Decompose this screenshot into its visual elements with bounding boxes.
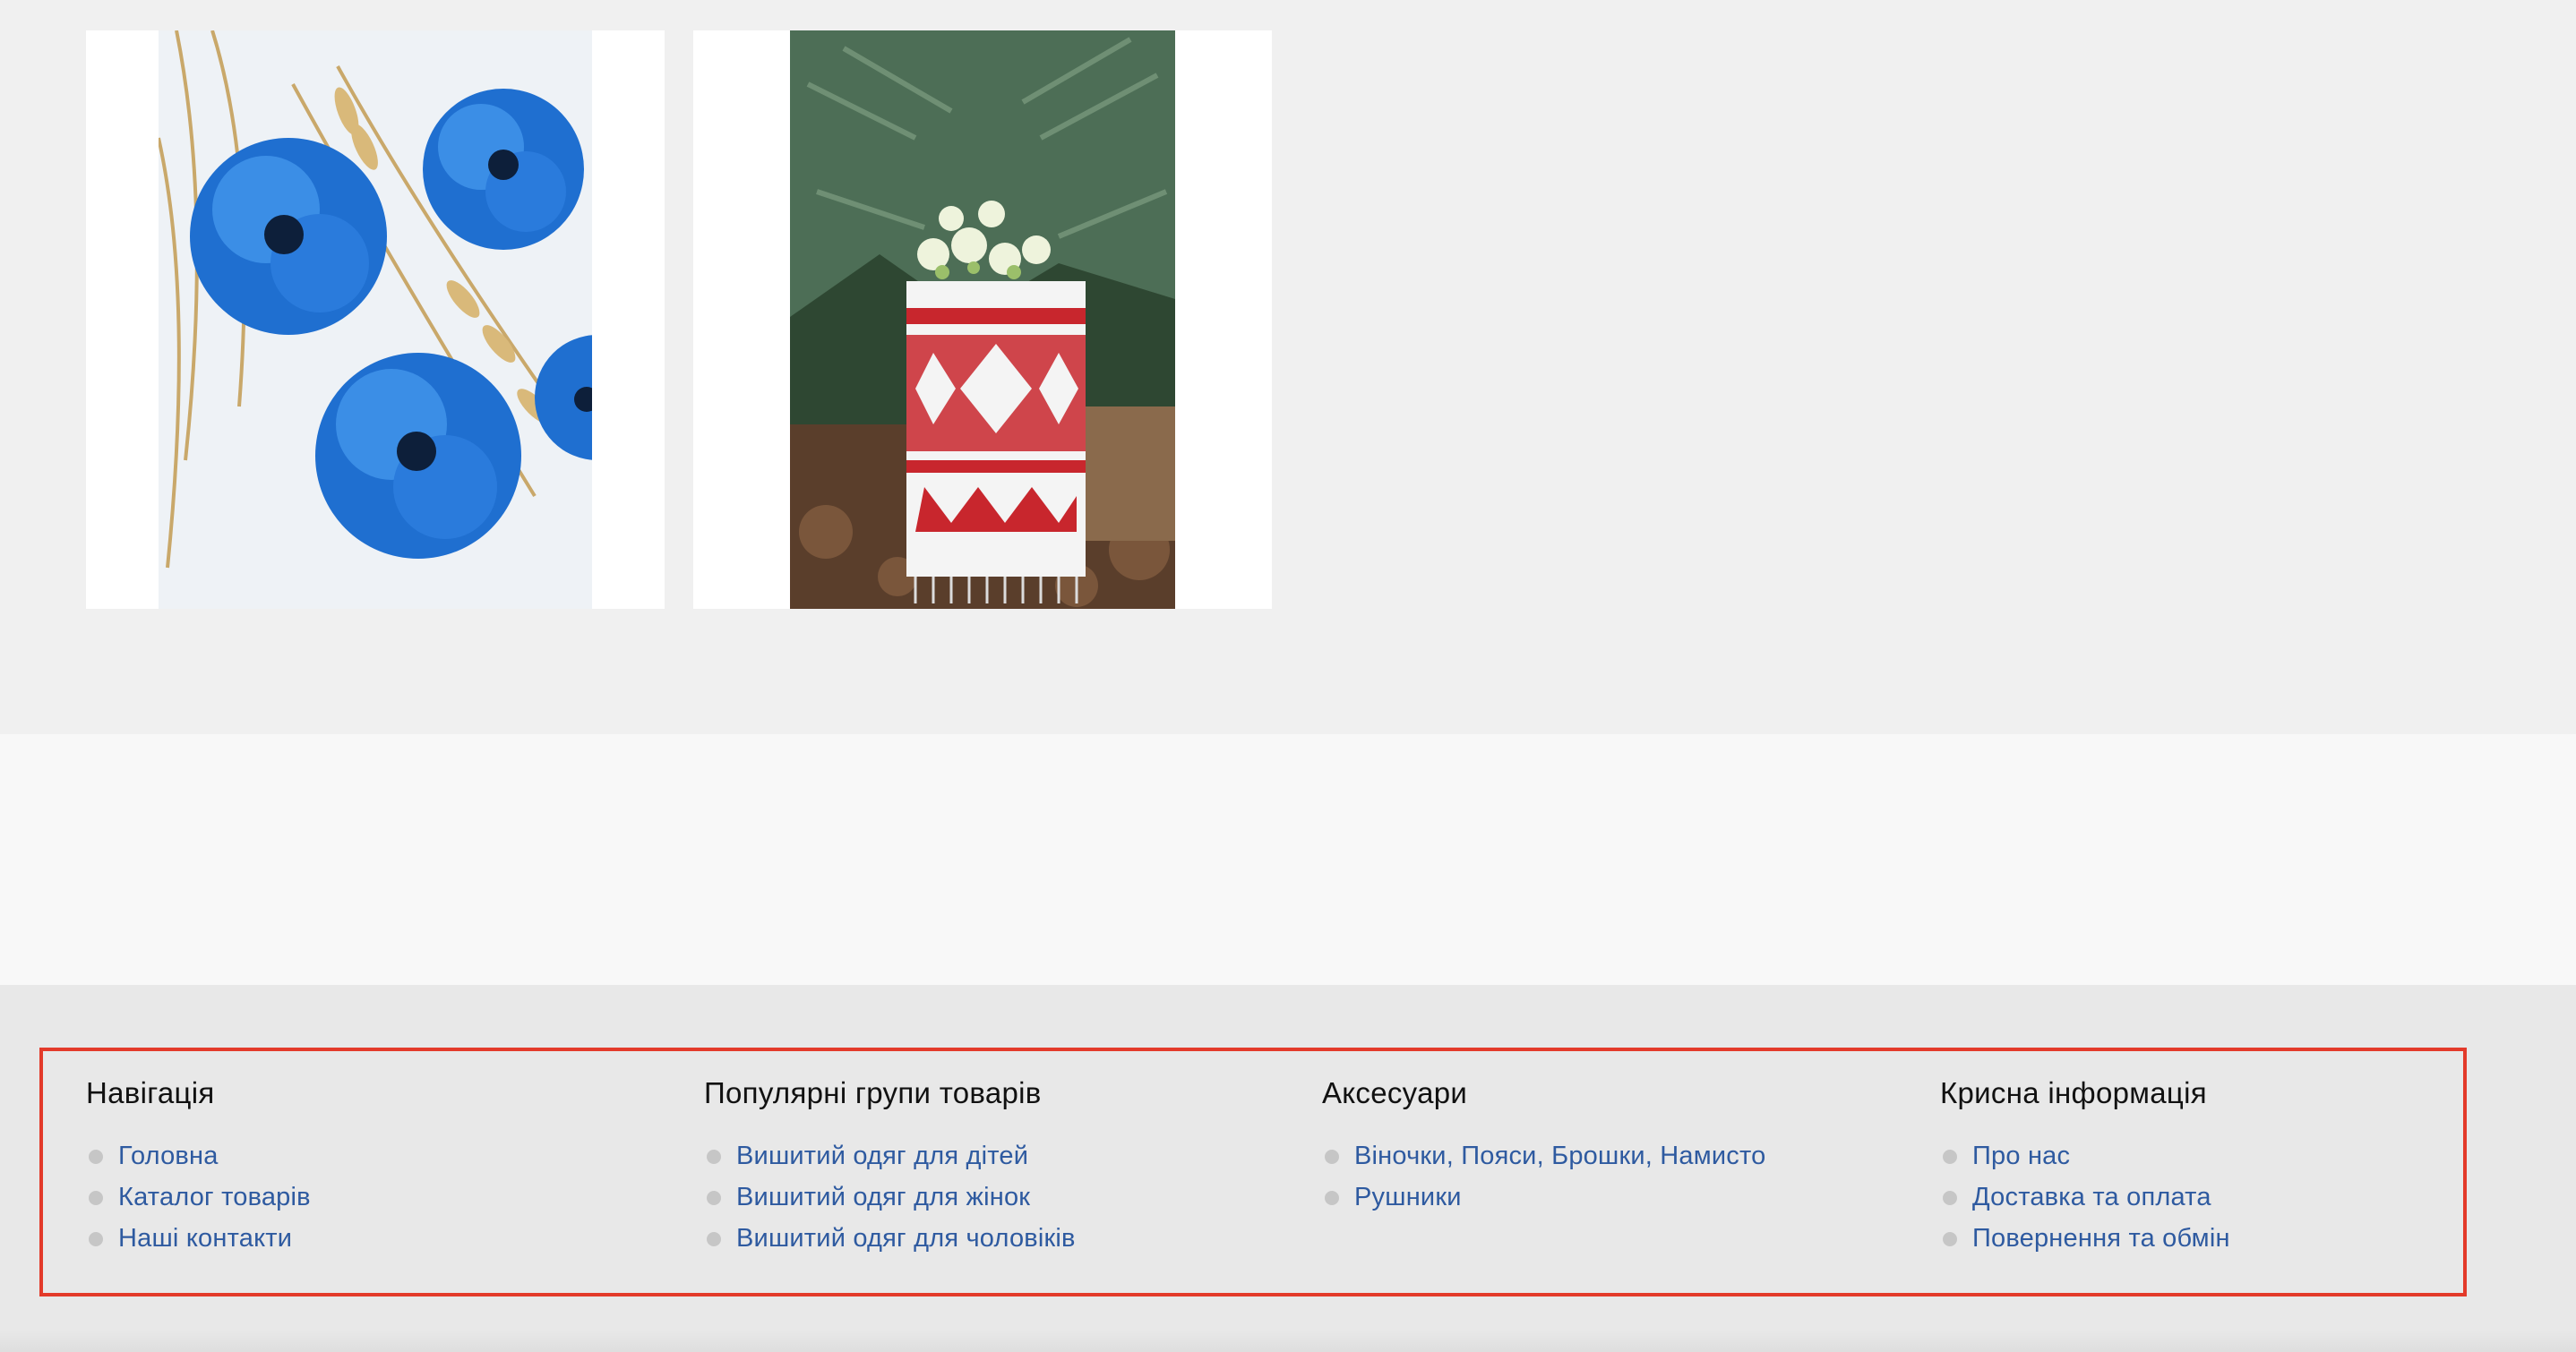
- footer-list-item: Вишитий одяг для дітей: [704, 1135, 1076, 1177]
- footer-list-item: Наші контакти: [86, 1218, 311, 1259]
- footer-list-item: Каталог товарів: [86, 1177, 311, 1218]
- footer-link-catalog[interactable]: Каталог товарів: [118, 1183, 311, 1211]
- footer-list-item: Вишитий одяг для чоловіків: [704, 1218, 1076, 1259]
- footer-column-useful-info: Крисна інформація Про нас Доставка та оп…: [1940, 1073, 2230, 1259]
- footer-link-contacts[interactable]: Наші контакти: [118, 1224, 292, 1253]
- site-footer: Навігація Головна Каталог товарів Наші к…: [0, 985, 2576, 1352]
- footer-link-women-clothing[interactable]: Вишитий одяг для жінок: [736, 1183, 1030, 1211]
- footer-column-title: Популярні групи товарів: [704, 1076, 1042, 1109]
- footer-link-towels[interactable]: Рушники: [1354, 1183, 1462, 1211]
- footer-list-item: Повернення та обмін: [1940, 1218, 2230, 1259]
- footer-link-list: Про нас Доставка та оплата Повернення та…: [1940, 1135, 2230, 1259]
- footer-list-item: Доставка та оплата: [1940, 1177, 2230, 1218]
- bullet-icon: [89, 1150, 103, 1164]
- bullet-icon: [1943, 1232, 1957, 1246]
- footer-link-home[interactable]: Головна: [118, 1142, 219, 1170]
- footer-column-title: Аксесуари: [1322, 1076, 1468, 1109]
- footer-column-title: Крисна інформація: [1940, 1076, 2207, 1109]
- bullet-icon: [1943, 1191, 1957, 1205]
- bullet-icon: [89, 1191, 103, 1205]
- footer-list-item: Головна: [86, 1135, 311, 1177]
- products-section: [0, 0, 2576, 734]
- product-image-blue-flowers[interactable]: [159, 30, 592, 609]
- bullet-icon: [1325, 1191, 1339, 1205]
- footer-column-title: Навігація: [86, 1076, 215, 1109]
- footer-link-returns[interactable]: Повернення та обмін: [1972, 1224, 2230, 1253]
- bullet-icon: [1943, 1150, 1957, 1164]
- footer-column-popular-groups: Популярні групи товарів Вишитий одяг для…: [704, 1073, 1076, 1259]
- bullet-icon: [707, 1150, 721, 1164]
- footer-list-item: Про нас: [1940, 1135, 2230, 1177]
- footer-link-kids-clothing[interactable]: Вишитий одяг для дітей: [736, 1142, 1028, 1170]
- footer-link-wreaths-belts[interactable]: Віночки, Пояси, Брошки, Намисто: [1354, 1142, 1765, 1170]
- bullet-icon: [707, 1232, 721, 1246]
- product-image-rushnyk[interactable]: [790, 30, 1175, 609]
- footer-column-accessories: Аксесуари Віночки, Пояси, Брошки, Намист…: [1322, 1073, 1765, 1218]
- footer-column-navigation: Навігація Головна Каталог товарів Наші к…: [86, 1073, 311, 1259]
- footer-link-list: Головна Каталог товарів Наші контакти: [86, 1135, 311, 1259]
- footer-link-delivery-payment[interactable]: Доставка та оплата: [1972, 1183, 2211, 1211]
- footer-list-item: Рушники: [1322, 1177, 1765, 1218]
- footer-list-item: Віночки, Пояси, Брошки, Намисто: [1322, 1135, 1765, 1177]
- product-card-blue-flowers[interactable]: [86, 30, 665, 609]
- product-card-rushnyk[interactable]: [693, 30, 1272, 609]
- footer-link-men-clothing[interactable]: Вишитий одяг для чоловіків: [736, 1224, 1076, 1253]
- bullet-icon: [707, 1191, 721, 1205]
- footer-link-list: Вишитий одяг для дітей Вишитий одяг для …: [704, 1135, 1076, 1259]
- footer-list-item: Вишитий одяг для жінок: [704, 1177, 1076, 1218]
- bullet-icon: [1325, 1150, 1339, 1164]
- empty-section: [0, 734, 2576, 985]
- footer-link-list: Віночки, Пояси, Брошки, Намисто Рушники: [1322, 1135, 1765, 1218]
- bullet-icon: [89, 1232, 103, 1246]
- footer-link-about[interactable]: Про нас: [1972, 1142, 2070, 1170]
- footer-bottom-shadow: [0, 1331, 2576, 1352]
